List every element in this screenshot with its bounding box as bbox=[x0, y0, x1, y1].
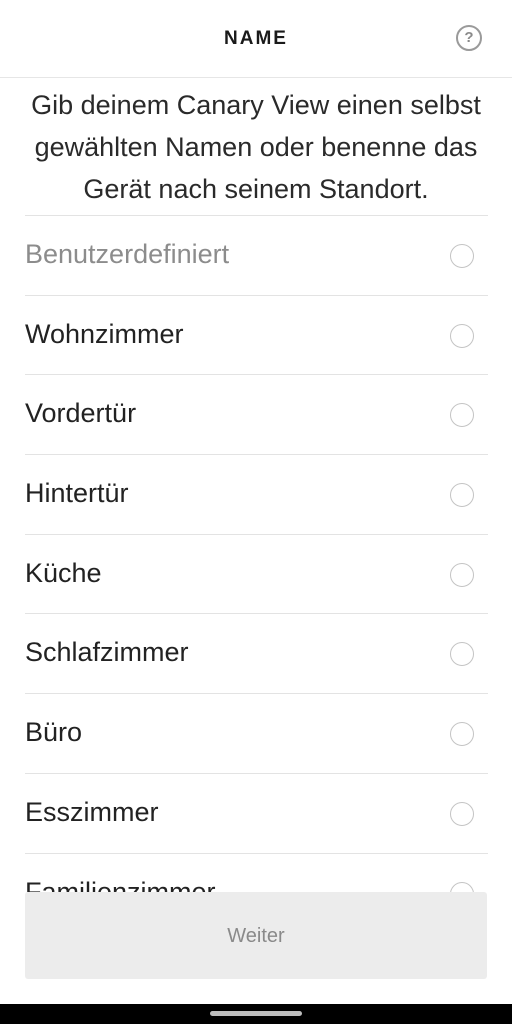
radio-button[interactable] bbox=[450, 562, 474, 587]
list-item-family-room[interactable]: Familienzimmer bbox=[25, 854, 488, 893]
list-item-back-door[interactable]: Hintertür bbox=[25, 455, 488, 535]
option-label: Küche bbox=[25, 557, 102, 588]
radio-button[interactable] bbox=[450, 403, 474, 428]
page-title: NAME bbox=[224, 28, 288, 49]
radio-button[interactable] bbox=[450, 483, 474, 508]
radio-button[interactable] bbox=[450, 881, 474, 892]
home-indicator[interactable] bbox=[210, 1011, 302, 1016]
option-label: Esszimmer bbox=[25, 796, 159, 827]
option-label: Vordertür bbox=[25, 398, 137, 429]
option-label: Büro bbox=[25, 717, 83, 748]
radio-button[interactable] bbox=[450, 722, 474, 747]
list-item-dining-room[interactable]: Esszimmer bbox=[25, 774, 488, 854]
option-label: Wohnzimmer bbox=[25, 318, 184, 349]
question-mark-icon: ? bbox=[464, 29, 474, 46]
option-label: Hintertür bbox=[25, 478, 129, 509]
radio-button[interactable] bbox=[450, 244, 474, 268]
description-container: Gib deinem Canary View einen selbst gewä… bbox=[0, 79, 512, 215]
description-text: Gib deinem Canary View einen selbst gewä… bbox=[31, 90, 481, 204]
option-label: Benutzerdefiniert bbox=[25, 239, 230, 269]
continue-button[interactable]: Weiter bbox=[25, 892, 487, 979]
list-item-office[interactable]: Büro bbox=[25, 694, 488, 774]
room-name-list[interactable]: Benutzerdefiniert Wohnzimmer Vordertür H… bbox=[0, 216, 512, 892]
list-item-front-door[interactable]: Vordertür bbox=[25, 375, 488, 456]
radio-button[interactable] bbox=[450, 323, 474, 348]
radio-button[interactable] bbox=[450, 642, 474, 667]
top-bar: NAME ? bbox=[0, 0, 512, 78]
help-button[interactable]: ? bbox=[456, 25, 482, 51]
radio-button[interactable] bbox=[450, 801, 474, 826]
list-item-living-room[interactable]: Wohnzimmer bbox=[25, 296, 488, 376]
list-item-custom[interactable]: Benutzerdefiniert bbox=[25, 216, 488, 296]
option-label: Familienzimmer bbox=[25, 876, 216, 893]
list-item-kitchen[interactable]: Küche bbox=[25, 535, 488, 615]
list-item-bedroom[interactable]: Schlafzimmer bbox=[25, 614, 488, 695]
option-label: Schlafzimmer bbox=[25, 637, 189, 668]
name-device-screen: NAME ? Gib deinem Canary View einen selb… bbox=[0, 0, 512, 1024]
